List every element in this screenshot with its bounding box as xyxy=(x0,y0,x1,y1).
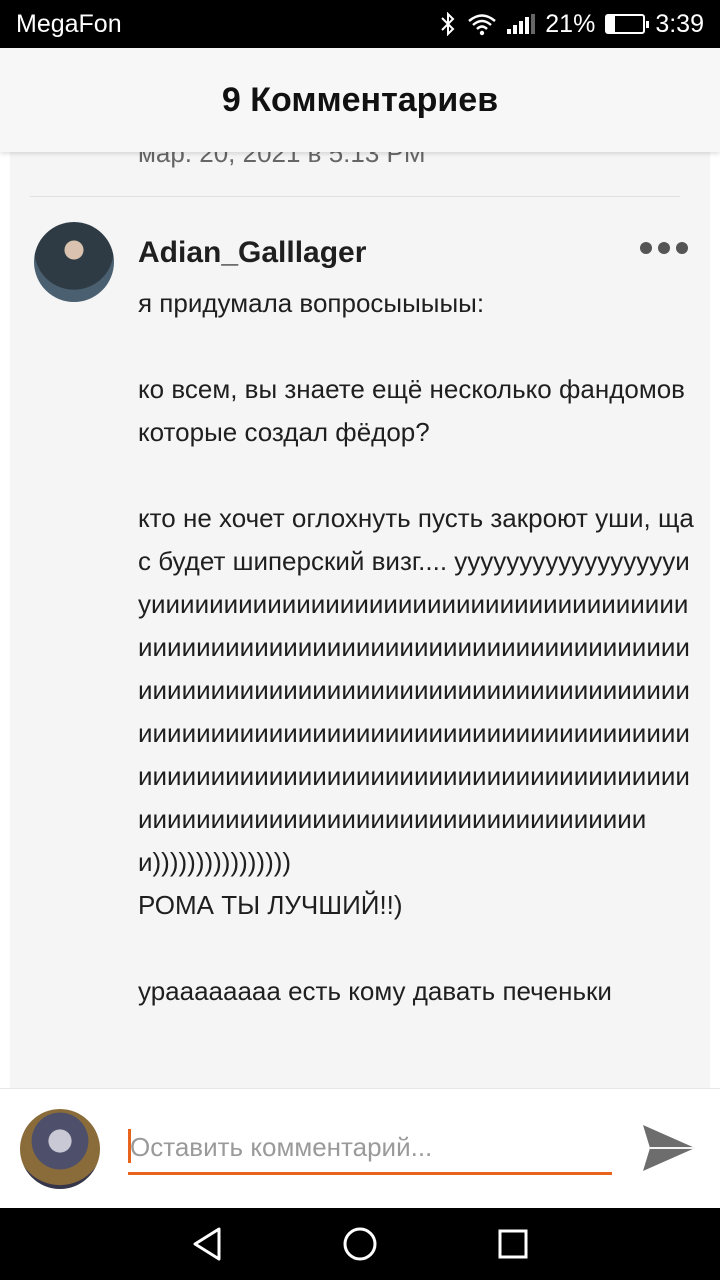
clock: 3:39 xyxy=(655,9,704,38)
send-icon[interactable] xyxy=(640,1119,698,1177)
back-button[interactable] xyxy=(187,1224,227,1264)
comment-card: мар. 20, 2021 в 5:13 PM Adian_Galllager … xyxy=(10,152,710,1088)
avatar[interactable] xyxy=(34,222,114,302)
signal-icon xyxy=(507,14,536,34)
divider xyxy=(30,196,680,197)
comments-list[interactable]: мар. 20, 2021 в 5:13 PM Adian_Galllager … xyxy=(0,152,720,1088)
bluetooth-icon xyxy=(441,12,455,36)
comment-input-bar xyxy=(0,1088,720,1208)
home-button[interactable] xyxy=(340,1224,380,1264)
avatar xyxy=(20,1109,100,1189)
carrier-name: MegaFon xyxy=(16,9,122,38)
battery-percent: 21% xyxy=(545,9,596,38)
wifi-icon xyxy=(468,14,497,36)
comment-username[interactable]: Adian_Galllager xyxy=(138,236,366,270)
recents-button[interactable] xyxy=(493,1224,533,1264)
comment-text: я придумала вопросыыыыы: ко всем, вы зна… xyxy=(138,288,694,1006)
back-icon xyxy=(193,1227,221,1261)
status-bar: MegaFon 21% 3:39 xyxy=(0,0,720,48)
comment-field[interactable] xyxy=(128,1125,612,1175)
battery-fill xyxy=(607,16,615,32)
page-title: 9 Комментариев xyxy=(221,80,499,119)
status-icons: 21% 3:39 xyxy=(439,10,704,39)
more-horizontal-icon[interactable] xyxy=(640,242,688,254)
recents-icon xyxy=(498,1229,528,1259)
comments-header: 9 Комментариев xyxy=(0,48,720,152)
home-icon xyxy=(343,1227,377,1261)
comment-input[interactable] xyxy=(130,1127,610,1167)
navigation-bar xyxy=(0,1208,720,1280)
previous-comment-date: мар. 20, 2021 в 5:13 PM xyxy=(138,152,426,168)
battery-icon xyxy=(605,14,650,34)
